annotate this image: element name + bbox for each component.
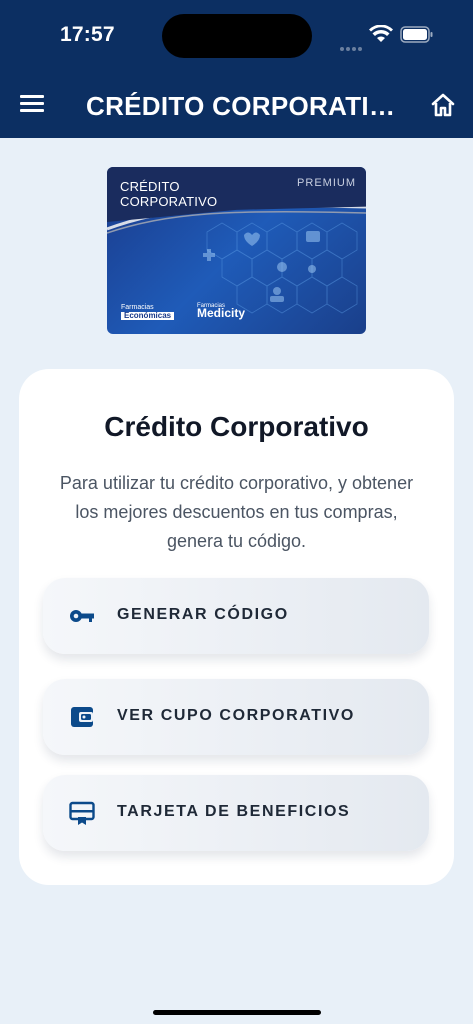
page-title: CRÉDITO CORPORATIVO — [86, 91, 396, 121]
status-bar: 17:57 — [0, 0, 473, 70]
card-title-line2: CORPORATIVO — [120, 194, 218, 209]
wallet-icon — [71, 707, 93, 727]
card-icon — [69, 801, 95, 825]
generate-code-button[interactable]: GENERAR CÓDIGO — [43, 578, 429, 654]
status-time: 17:57 — [60, 23, 115, 46]
logo2-big-text: Medicity — [197, 306, 246, 320]
benefits-card-button[interactable]: TARJETA DE BENEFICIOS — [43, 775, 429, 851]
corporate-credit-card-image: CRÉDITO CORPORATIVO PREMIUM Farmacias Ec… — [107, 167, 366, 334]
wifi-icon — [369, 25, 393, 42]
battery-icon — [400, 26, 433, 43]
farmacias-economicas-logo: Farmacias Económicas — [121, 304, 175, 321]
card-premium-label: PREMIUM — [297, 177, 356, 189]
view-corporate-quota-label: VER CUPO CORPORATIVO — [117, 707, 355, 724]
card-title: CRÉDITO CORPORATIVO — [120, 179, 217, 209]
dynamic-island — [162, 14, 312, 58]
home-button[interactable] — [430, 92, 458, 120]
home-icon — [431, 93, 455, 117]
home-indicator[interactable] — [153, 1010, 321, 1015]
menu-button[interactable] — [20, 92, 48, 120]
generate-code-label: GENERAR CÓDIGO — [117, 606, 289, 623]
cellular-signal-icon — [340, 38, 364, 56]
hamburger-icon — [20, 95, 48, 112]
benefits-card-label: TARJETA DE BENEFICIOS — [117, 803, 351, 820]
app-header: 17:57 CRÉDITO CORPORATIVO — [0, 0, 473, 138]
navbar: CRÉDITO CORPORATIVO — [0, 80, 473, 132]
farmacias-medicity-logo: Farmacias Medicity — [197, 303, 245, 320]
panel-description: Para utilizar tu crédito corporativo, y … — [59, 473, 414, 551]
credit-panel: Crédito Corporativo Para utilizar tu cré… — [19, 369, 454, 885]
logo1-big-text: Económicas — [121, 312, 175, 320]
card-title-line1: CRÉDITO — [120, 179, 180, 194]
panel-title: Crédito Corporativo — [104, 411, 369, 442]
key-icon — [70, 610, 94, 622]
view-corporate-quota-button[interactable]: VER CUPO CORPORATIVO — [43, 679, 429, 755]
